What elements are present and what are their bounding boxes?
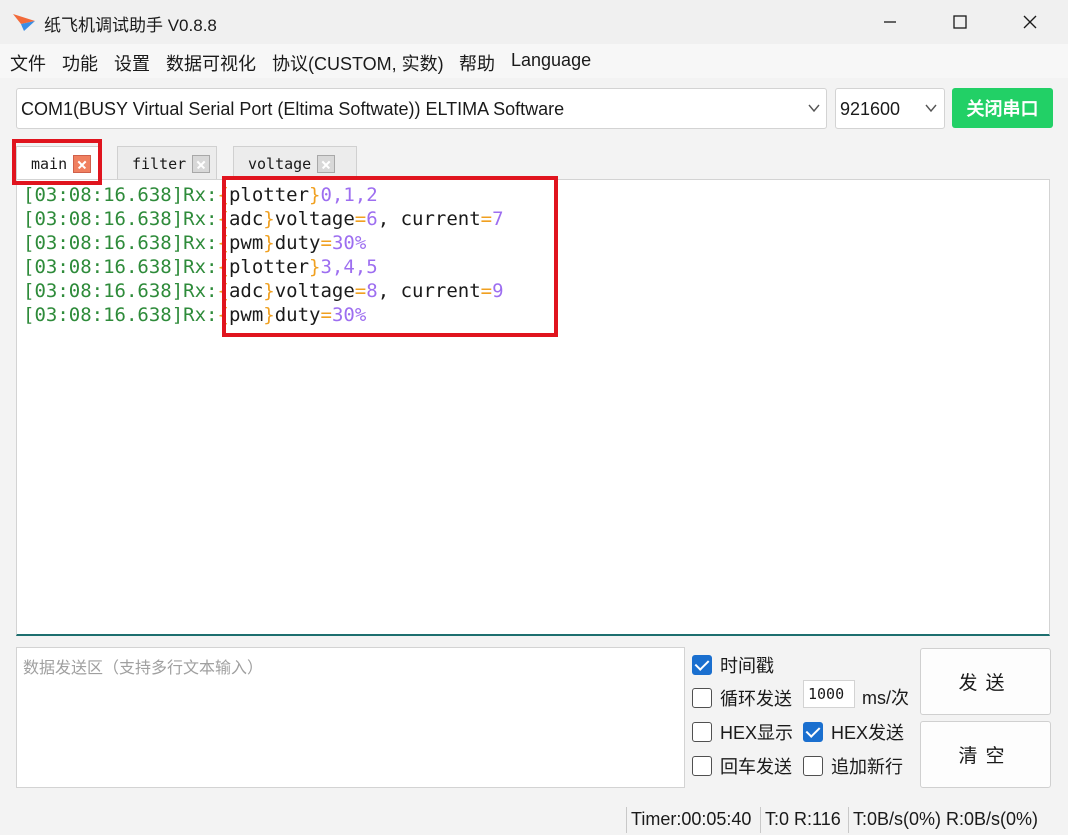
title-bar: 纸飞机调试助手 V0.8.8 [0, 0, 1068, 44]
hex-display-option[interactable]: HEX显示 [692, 719, 793, 745]
enter-send-option[interactable]: 回车发送 [692, 753, 792, 779]
timestamp-option[interactable]: 时间戳 [692, 652, 774, 678]
menu-protocol[interactable]: 协议(CUSTOM, 实数) [272, 50, 444, 76]
loop-send-option[interactable]: 循环发送 [692, 685, 792, 711]
menu-bar: 文件 功能 设置 数据可视化 协议(CUSTOM, 实数) 帮助 Languag… [0, 44, 1068, 78]
tab-close-icon[interactable] [192, 154, 211, 173]
status-divider [848, 807, 849, 833]
interval-unit: ms/次 [862, 688, 909, 708]
hex-send-option[interactable]: HEX发送 [803, 719, 904, 745]
close-button[interactable] [995, 0, 1065, 44]
chevron-down-icon [925, 104, 937, 113]
status-timer: Timer:00:05:40 [631, 809, 752, 829]
annotation-box-tab [12, 139, 102, 185]
tab-label: filter [132, 154, 187, 173]
minimize-icon [884, 21, 896, 23]
timestamp-checkbox[interactable] [692, 655, 712, 675]
tab-label: voltage [248, 154, 312, 173]
chevron-down-icon [808, 104, 820, 113]
clear-button[interactable]: 清空 [920, 721, 1051, 788]
menu-help[interactable]: 帮助 [459, 50, 495, 76]
status-bar: Timer:00:05:40 T:0 R:116 T:0B/s(0%) R:0B… [0, 804, 1068, 835]
status-counts: T:0 R:116 [765, 809, 841, 829]
close-icon [1023, 15, 1037, 29]
hex-display-checkbox[interactable] [692, 722, 712, 742]
send-button[interactable]: 发送 [920, 648, 1051, 715]
close-port-button[interactable]: 关闭串口 [952, 88, 1053, 128]
append-newline-option[interactable]: 追加新行 [803, 753, 903, 779]
tab-voltage[interactable]: voltage [233, 146, 357, 180]
menu-language[interactable]: Language [511, 50, 591, 71]
send-placeholder: 数据发送区（支持多行文本输入） [23, 660, 264, 677]
status-divider [626, 807, 627, 833]
connection-toolbar: COM1(BUSY Virtual Serial Port (Eltima So… [0, 78, 1068, 140]
append-newline-checkbox[interactable] [803, 756, 823, 776]
menu-function[interactable]: 功能 [62, 50, 98, 76]
status-divider [760, 807, 761, 833]
maximize-icon [953, 15, 967, 29]
window-title: 纸飞机调试助手 V0.8.8 [44, 16, 217, 35]
menu-file[interactable]: 文件 [10, 50, 46, 76]
baud-select[interactable]: 921600 [835, 88, 945, 129]
tab-filter[interactable]: filter [117, 146, 217, 180]
annotation-box-log [222, 176, 558, 337]
loop-send-checkbox[interactable] [692, 688, 712, 708]
send-input[interactable]: 数据发送区（支持多行文本输入） [16, 647, 685, 788]
menu-settings[interactable]: 设置 [114, 50, 150, 76]
status-rate: T:0B/s(0%) R:0B/s(0%) [853, 809, 1039, 829]
maximize-button[interactable] [925, 0, 995, 44]
enter-send-checkbox[interactable] [692, 756, 712, 776]
minimize-button[interactable] [855, 0, 925, 44]
menu-visualization[interactable]: 数据可视化 [166, 50, 256, 76]
baud-select-value: 921600 [840, 99, 901, 119]
paper-plane-icon [13, 14, 35, 31]
tab-close-icon[interactable] [317, 154, 336, 173]
port-select-value: COM1(BUSY Virtual Serial Port (Eltima So… [21, 99, 565, 119]
port-select[interactable]: COM1(BUSY Virtual Serial Port (Eltima So… [16, 88, 827, 129]
interval-input[interactable]: 1000 [803, 680, 855, 708]
hex-send-checkbox[interactable] [803, 722, 823, 742]
